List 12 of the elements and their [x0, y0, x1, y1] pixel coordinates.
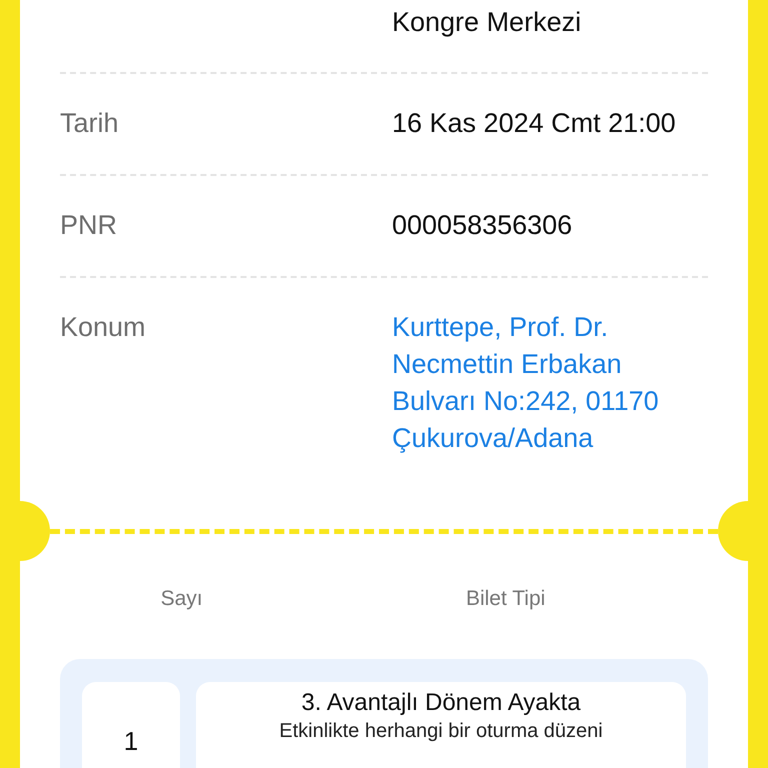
field-label: Tarih — [60, 108, 119, 138]
ticket-type-description: Etkinlikte herhangi bir oturma düzeni — [279, 718, 603, 744]
field-value: 16 Kas 2024 Cmt 21:00 — [392, 107, 677, 140]
column-header: Bilet Tipi — [466, 586, 546, 612]
ticket-count: 1 — [82, 682, 180, 768]
address-link[interactable]: Kurttepe, Prof. Dr. Necmettin Erbakan Bulvarı No:242, 01170 Çukurova/Adana — [392, 309, 708, 457]
field-label: Konum — [60, 312, 146, 342]
field-value: 000058356306 — [392, 209, 574, 242]
field-label: PNR — [60, 210, 118, 240]
column-header: Sayı — [160, 586, 203, 612]
ticket-type-title: 3. Avantajlı Dönem Ayakta — [301, 688, 581, 718]
field-value: Kongre Merkezi — [392, 6, 582, 39]
